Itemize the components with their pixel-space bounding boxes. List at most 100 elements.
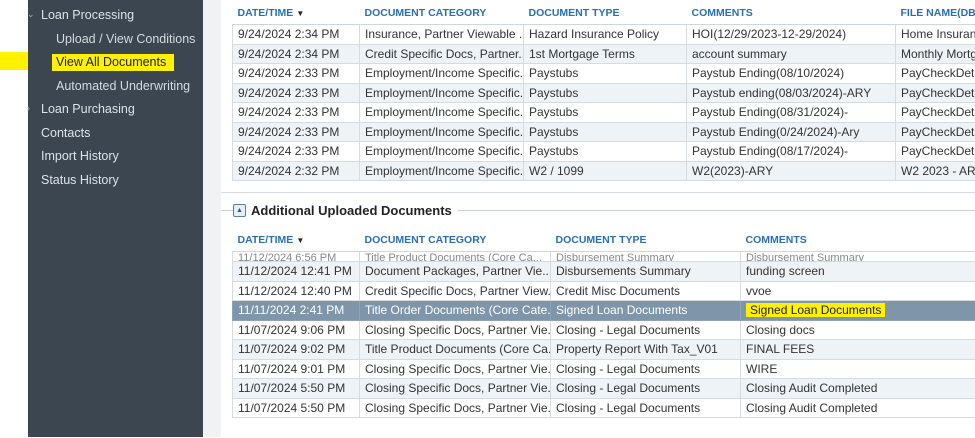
table-cell: funding screen bbox=[741, 262, 975, 282]
table-cell: PayCheckDetai bbox=[896, 103, 975, 123]
table-cell: PayCheckDetai bbox=[896, 142, 975, 162]
table-row[interactable]: 11/07/2024 5:50 PMClosing Specific Docs,… bbox=[233, 379, 975, 399]
table-row[interactable]: 11/11/2024 2:41 PMTitle Order Documents … bbox=[233, 301, 975, 321]
table-cell: 11/12/2024 6:56 PM bbox=[233, 252, 360, 262]
sidebar-item-upload-view-conditions[interactable]: Upload / View Conditions bbox=[56, 32, 195, 46]
sidebar-item-loan-purchasing[interactable]: › Loan Purchasing bbox=[41, 102, 135, 116]
table-cell: 11/07/2024 9:01 PM bbox=[233, 359, 360, 379]
table-cell: Closing - Legal Documents bbox=[551, 379, 741, 399]
table-cell: PayCheckDetai bbox=[896, 83, 975, 103]
table-row[interactable]: 9/24/2024 2:34 PMCredit Specific Docs, P… bbox=[233, 44, 975, 64]
table-cell: Closing docs bbox=[741, 320, 975, 340]
table-cell: Disbursements Summary bbox=[551, 262, 741, 282]
table-row[interactable]: 11/07/2024 5:50 PMClosing Specific Docs,… bbox=[233, 398, 975, 418]
table-cell: W2 2023 - ARY bbox=[896, 161, 975, 181]
collapse-section-icon[interactable]: ▲ bbox=[233, 204, 246, 217]
table-cell: Closing Audit Completed bbox=[741, 379, 975, 399]
table-row[interactable]: 11/12/2024 12:41 PMDocument Packages, Pa… bbox=[233, 262, 975, 282]
table-cell: W2 / 1099 bbox=[524, 161, 687, 181]
col-header-category[interactable]: DOCUMENT CATEGORY bbox=[360, 229, 551, 252]
table-cell: Employment/Income Specific... bbox=[360, 142, 524, 162]
table-cell: Paystub ending(08/03/2024)-ARY bbox=[687, 83, 896, 103]
table-row[interactable]: 11/12/2024 12:40 PMCredit Specific Docs,… bbox=[233, 281, 975, 301]
col-header-comments[interactable]: COMMENTS bbox=[741, 229, 975, 252]
table-row[interactable]: 9/24/2024 2:33 PMEmployment/Income Speci… bbox=[233, 142, 975, 162]
sidebar-item-automated-underwriting[interactable]: Automated Underwriting bbox=[56, 79, 190, 93]
table-cell: Hazard Insurance Policy bbox=[524, 25, 687, 45]
table-cell: Signed Loan Documents bbox=[741, 301, 975, 321]
sort-desc-icon: ▼ bbox=[296, 9, 304, 18]
table-row[interactable]: 11/12/2024 6:56 PMTitle Product Document… bbox=[233, 252, 975, 262]
table-cell: Paystub Ending(0/24/2024)-Ary bbox=[687, 122, 896, 142]
col-header-comments[interactable]: COMMENTS bbox=[687, 2, 896, 25]
table-cell: Disbursement Summary bbox=[741, 252, 975, 262]
table-cell: PayCheckDetai bbox=[896, 122, 975, 142]
table-cell: 11/11/2024 2:41 PM bbox=[233, 301, 360, 321]
col-header-type[interactable]: DOCUMENT TYPE bbox=[524, 2, 687, 25]
table-cell: Home Insurance bbox=[896, 25, 975, 45]
table-cell: Closing - Legal Documents bbox=[551, 398, 741, 418]
table-cell: FINAL FEES bbox=[741, 340, 975, 360]
sidebar: ⌄ Loan Processing Upload / View Conditio… bbox=[28, 0, 203, 437]
table-row[interactable]: 11/07/2024 9:06 PMClosing Specific Docs,… bbox=[233, 320, 975, 340]
table-cell: 9/24/2024 2:33 PM bbox=[233, 142, 360, 162]
table-cell: 9/24/2024 2:33 PM bbox=[233, 103, 360, 123]
table-row[interactable]: 9/24/2024 2:33 PMEmployment/Income Speci… bbox=[233, 103, 975, 123]
sort-desc-icon: ▼ bbox=[296, 236, 304, 245]
table-cell: Closing - Legal Documents bbox=[551, 359, 741, 379]
table-row[interactable]: 9/24/2024 2:32 PMEmployment/Income Speci… bbox=[233, 161, 975, 181]
table-cell: 9/24/2024 2:33 PM bbox=[233, 64, 360, 84]
table-cell: Paystubs bbox=[524, 103, 687, 123]
sidebar-item-loan-processing[interactable]: ⌄ Loan Processing bbox=[41, 8, 134, 22]
table-cell: 11/07/2024 5:50 PM bbox=[233, 379, 360, 399]
table-cell: Employment/Income Specific... bbox=[360, 103, 524, 123]
col-header-datetime[interactable]: DATE/TIME▼ bbox=[233, 229, 360, 252]
table-cell: 9/24/2024 2:34 PM bbox=[233, 44, 360, 64]
table-row[interactable]: 9/24/2024 2:33 PMEmployment/Income Speci… bbox=[233, 83, 975, 103]
table-cell: 9/24/2024 2:33 PM bbox=[233, 83, 360, 103]
table-cell: Signed Loan Documents bbox=[551, 301, 741, 321]
table-cell: Paystubs bbox=[524, 142, 687, 162]
table-cell: 9/24/2024 2:33 PM bbox=[233, 122, 360, 142]
sidebar-item-view-all-documents[interactable]: View All Documents bbox=[56, 55, 174, 69]
table-cell: Employment/Income Specific... bbox=[360, 122, 524, 142]
sidebar-item-import-history[interactable]: Import History bbox=[41, 149, 119, 163]
table-cell: Credit Specific Docs, Partner... bbox=[360, 44, 524, 64]
table-cell: Disbursement Summary bbox=[551, 252, 741, 262]
table-cell: 11/12/2024 12:41 PM bbox=[233, 262, 360, 282]
documents-table: DATE/TIME▼ DOCUMENT CATEGORY DOCUMENT TY… bbox=[232, 2, 975, 181]
table-cell: 1st Mortgage Terms bbox=[524, 44, 687, 64]
sidebar-item-status-history[interactable]: Status History bbox=[41, 173, 119, 187]
table-cell: Title Order Documents (Core Cate... bbox=[360, 301, 551, 321]
section-divider bbox=[221, 192, 975, 193]
col-header-type[interactable]: DOCUMENT TYPE bbox=[551, 229, 741, 252]
table-cell: Credit Misc Documents bbox=[551, 281, 741, 301]
table-cell: Closing - Legal Documents bbox=[551, 320, 741, 340]
table-cell: vvoe bbox=[741, 281, 975, 301]
table-row[interactable]: 9/24/2024 2:34 PMInsurance, Partner View… bbox=[233, 25, 975, 45]
col-header-category[interactable]: DOCUMENT CATEGORY bbox=[360, 2, 524, 25]
additional-documents-table: DATE/TIME▼ DOCUMENT CATEGORY DOCUMENT TY… bbox=[232, 229, 975, 418]
table-cell: Employment/Income Specific... bbox=[360, 161, 524, 181]
table-cell: Closing Specific Docs, Partner Vie... bbox=[360, 398, 551, 418]
table-cell: Closing Specific Docs, Partner Vie... bbox=[360, 359, 551, 379]
sidebar-item-contacts[interactable]: Contacts bbox=[41, 126, 90, 140]
additional-documents-header: ▲ Additional Uploaded Documents bbox=[233, 203, 458, 218]
table-row[interactable]: 9/24/2024 2:33 PMEmployment/Income Speci… bbox=[233, 122, 975, 142]
table-cell: Title Product Documents (Core Ca... bbox=[360, 340, 551, 360]
col-header-datetime[interactable]: DATE/TIME▼ bbox=[233, 2, 360, 25]
table-cell: 11/07/2024 5:50 PM bbox=[233, 398, 360, 418]
table-row[interactable]: 11/07/2024 9:02 PMTitle Product Document… bbox=[233, 340, 975, 360]
table-header-row: DATE/TIME▼ DOCUMENT CATEGORY DOCUMENT TY… bbox=[233, 2, 975, 25]
table-cell: Monthly Mortga bbox=[896, 44, 975, 64]
table-cell: HOI(12/29/2023-12-29/2024) bbox=[687, 25, 896, 45]
table-row[interactable]: 11/07/2024 9:01 PMClosing Specific Docs,… bbox=[233, 359, 975, 379]
table-cell: Closing Specific Docs, Partner Vie... bbox=[360, 379, 551, 399]
table-cell: Paystubs bbox=[524, 64, 687, 84]
table-row[interactable]: 9/24/2024 2:33 PMEmployment/Income Speci… bbox=[233, 64, 975, 84]
table-cell: Title Product Documents (Core Ca... bbox=[360, 252, 551, 262]
table-cell: Employment/Income Specific... bbox=[360, 83, 524, 103]
table-cell: Credit Specific Docs, Partner View... bbox=[360, 281, 551, 301]
table-cell: PayCheckDetai bbox=[896, 64, 975, 84]
col-header-filename[interactable]: FILE NAME(DBL C bbox=[896, 2, 975, 25]
